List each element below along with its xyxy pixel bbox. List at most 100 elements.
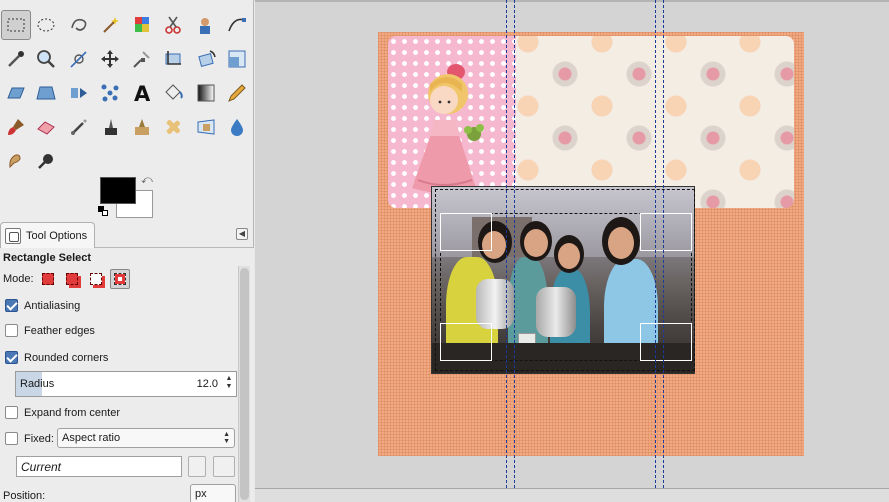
select-by-color-tool-icon — [135, 17, 149, 32]
toolbox-panel: A ⤺ Tool Options ◀ Rectangle Select Mode… — [0, 0, 254, 502]
perspective-clone-tool-button[interactable] — [191, 112, 221, 142]
bucket-fill-tool-button[interactable] — [158, 78, 188, 108]
smudge-tool-button[interactable] — [1, 146, 31, 176]
unit-value: px — [195, 488, 207, 500]
landscape-button[interactable] — [213, 456, 235, 477]
svg-text:A: A — [134, 82, 151, 104]
expand-from-center-checkbox[interactable] — [5, 406, 18, 419]
measure-tool-icon — [70, 51, 87, 68]
text-tool-icon: A — [134, 82, 151, 104]
position-unit-select[interactable]: px — [190, 484, 236, 502]
vertical-guide-2a[interactable] — [655, 0, 656, 488]
selection-handle-bl[interactable] — [440, 323, 492, 361]
foreground-color-swatch[interactable] — [100, 177, 136, 204]
feather-edges-row[interactable]: Feather edges — [5, 324, 95, 337]
mode-add-button[interactable] — [62, 269, 82, 289]
eraser-tool-icon — [37, 121, 55, 135]
vertical-guide-1a[interactable] — [506, 0, 507, 488]
perspective-tool-button[interactable] — [31, 78, 61, 108]
paintbrush-tool-icon — [8, 119, 24, 135]
antialiasing-row[interactable]: Antialiasing — [5, 299, 80, 312]
options-scrollbar[interactable] — [238, 266, 250, 502]
mode-intersect-button[interactable] — [109, 269, 130, 289]
foreground-select-tool-icon — [200, 18, 210, 34]
crop-tool-button[interactable] — [158, 44, 188, 74]
color-swatches: ⤺ — [96, 174, 158, 220]
mode-subtract-button[interactable] — [86, 269, 106, 289]
swap-colors-icon[interactable]: ⤺ — [141, 174, 153, 187]
expand-from-center-label: Expand from center — [24, 406, 120, 419]
canvas-top-edge — [255, 0, 889, 2]
tab-tool-options[interactable]: Tool Options — [0, 222, 95, 249]
airbrush-tool-button[interactable] — [64, 112, 94, 142]
ink-tool-button[interactable] — [95, 112, 125, 142]
fixed-checkbox[interactable] — [5, 432, 18, 445]
heal-tool-button[interactable] — [158, 112, 188, 142]
default-colors-icon[interactable] — [98, 206, 108, 216]
bucket-fill-tool-icon — [165, 84, 183, 100]
rect-select-tool-icon — [7, 18, 25, 32]
fixed-mode-value: Aspect ratio — [62, 432, 121, 444]
selection-handle-tr[interactable] — [640, 213, 692, 251]
select-by-color-tool-button[interactable] — [127, 10, 157, 40]
selection-handle-br[interactable] — [640, 323, 692, 361]
flip-tool-button[interactable] — [64, 78, 94, 108]
rounded-corners-row[interactable]: Rounded corners — [5, 351, 108, 364]
pink-polka-panel — [388, 36, 516, 208]
fixed-row[interactable]: Fixed: — [5, 432, 54, 445]
options-tabbar: Tool Options ◀ — [0, 220, 254, 249]
perspective-clone-tool-icon — [197, 119, 215, 135]
radius-stepper-icon[interactable]: ▲ ▼ — [224, 375, 234, 391]
dodge-burn-tool-button[interactable] — [31, 146, 61, 176]
pencil-tool-button[interactable] — [222, 78, 252, 108]
expand-from-center-row[interactable]: Expand from center — [5, 406, 120, 419]
foreground-select-tool-button[interactable] — [191, 10, 221, 40]
fuzzy-select-tool-button[interactable] — [95, 10, 125, 40]
measure-tool-button[interactable] — [64, 44, 94, 74]
tab-label: Tool Options — [26, 230, 88, 242]
color-picker-tool-button[interactable] — [1, 44, 31, 74]
rect-select-tool-button[interactable] — [1, 10, 31, 40]
radius-label: Radius — [20, 378, 55, 390]
fixed-label: Fixed: — [24, 432, 54, 445]
free-select-tool-button[interactable] — [64, 10, 94, 40]
vertical-guide-1b[interactable] — [514, 0, 515, 488]
blend-tool-button[interactable] — [191, 78, 221, 108]
ink-tool-icon — [105, 119, 117, 135]
align-tool-icon — [133, 51, 150, 68]
move-tool-button[interactable] — [95, 44, 125, 74]
clone-tool-button[interactable] — [127, 112, 157, 142]
radius-spinscale[interactable]: Radius 12.0 ▲ ▼ — [15, 371, 237, 397]
fixed-value-input[interactable]: Current — [16, 456, 182, 477]
feather-edges-label: Feather edges — [24, 324, 95, 337]
ellipse-select-tool-icon — [37, 18, 55, 32]
fixed-mode-select[interactable]: Aspect ratio ▲ ▼ — [57, 428, 235, 448]
mode-replace-button[interactable] — [38, 269, 58, 289]
selection-handle-tl[interactable] — [440, 213, 492, 251]
blur-sharpen-tool-button[interactable] — [222, 112, 252, 142]
mode-label: Mode: — [3, 273, 34, 285]
scale-tool-button[interactable] — [222, 44, 252, 74]
ellipse-select-tool-button[interactable] — [31, 10, 61, 40]
scissors-select-tool-button[interactable] — [158, 10, 188, 40]
airbrush-tool-icon — [71, 119, 87, 135]
shear-tool-button[interactable] — [1, 78, 31, 108]
canvas-area[interactable] — [255, 0, 889, 502]
tab-menu-icon[interactable]: ◀ — [236, 228, 248, 240]
paths-tool-button[interactable] — [222, 10, 252, 40]
cage-transform-tool-button[interactable] — [95, 78, 125, 108]
feather-edges-checkbox[interactable] — [5, 324, 18, 337]
text-tool-button[interactable]: A — [127, 78, 157, 108]
zoom-tool-button[interactable] — [31, 44, 61, 74]
vertical-guide-2b[interactable] — [663, 0, 664, 488]
align-tool-button[interactable] — [127, 44, 157, 74]
paintbrush-tool-button[interactable] — [1, 112, 31, 142]
rounded-corners-checkbox[interactable] — [5, 351, 18, 364]
rotate-tool-button[interactable] — [191, 44, 221, 74]
portrait-button[interactable] — [188, 456, 206, 477]
select-arrows-icon: ▲ ▼ — [223, 431, 230, 445]
antialiasing-checkbox[interactable] — [5, 299, 18, 312]
image-canvas[interactable] — [378, 32, 804, 456]
scroll-thumb[interactable] — [240, 268, 249, 500]
eraser-tool-button[interactable] — [31, 112, 61, 142]
